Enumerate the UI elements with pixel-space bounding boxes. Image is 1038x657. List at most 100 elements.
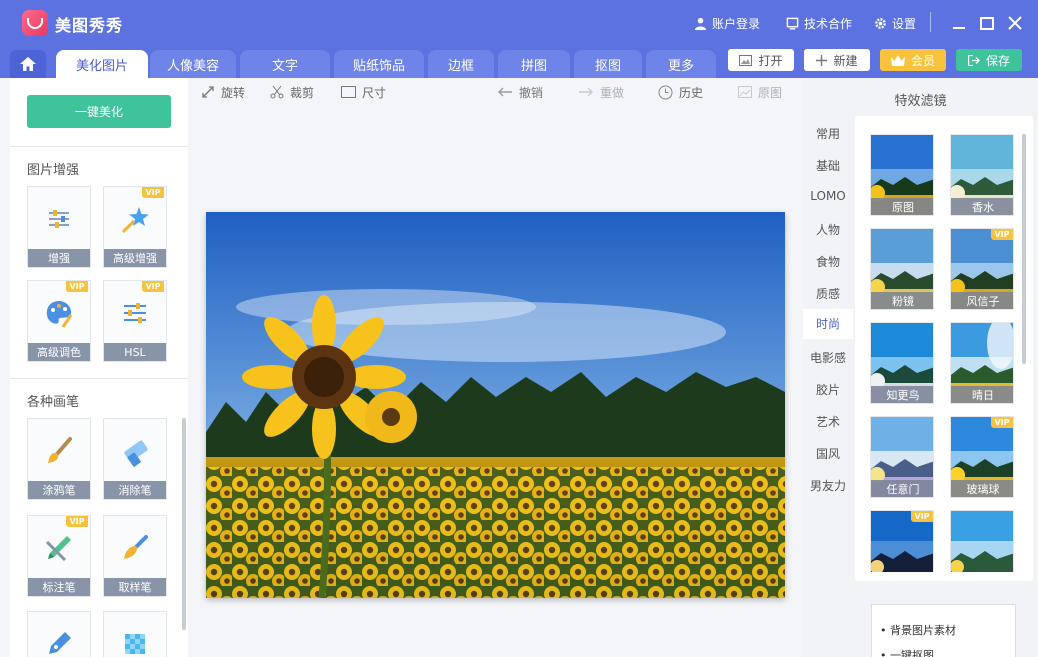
- left-panel: 一键美化 图片增强 增强 VIP 高级增强 VIP 高级调色 VIP HSL 各…: [10, 78, 188, 657]
- rotate-button[interactable]: 旋转: [201, 84, 245, 100]
- undo-label: 撤销: [519, 85, 544, 100]
- photo-canvas[interactable]: [206, 212, 785, 598]
- history-clock-icon: [658, 85, 673, 99]
- resize-icon: [341, 86, 356, 98]
- hsl-sliders-icon: [124, 303, 146, 323]
- filter-thumb[interactable]: VIP 风信子: [950, 228, 1014, 310]
- resize-label: 尺寸: [362, 85, 387, 100]
- monitor-icon: [786, 17, 799, 30]
- tab-collage[interactable]: 拼图: [498, 50, 570, 78]
- filter-thumb[interactable]: 任意门: [870, 416, 934, 498]
- user-icon: [694, 17, 707, 30]
- settings-link[interactable]: 设置: [874, 15, 916, 32]
- tool-sampling-brush[interactable]: 取样笔: [103, 515, 167, 597]
- crop-button[interactable]: 裁剪: [270, 84, 314, 100]
- one-click-beautify-button[interactable]: 一键美化: [27, 95, 171, 128]
- filter-category[interactable]: 艺术: [803, 413, 853, 430]
- vip-badge: VIP: [991, 229, 1013, 240]
- filter-category[interactable]: 常用: [803, 125, 853, 142]
- palette-icon: [46, 301, 73, 328]
- filter-category[interactable]: 胶片: [803, 381, 853, 398]
- fountain-pen-icon: [49, 632, 71, 654]
- magic-star-icon: [121, 207, 149, 234]
- tab-text[interactable]: 文字: [240, 50, 330, 78]
- app-title: 美图秀秀: [55, 16, 124, 35]
- tool-label: 高级增强: [104, 249, 166, 267]
- tool-advanced-enhance[interactable]: VIP 高级增强: [103, 186, 167, 268]
- background-assets-link[interactable]: • 背景图片素材: [880, 622, 956, 638]
- filter-category[interactable]: 质感: [803, 285, 853, 302]
- filter-thumb[interactable]: VIP 玻璃球: [950, 416, 1014, 498]
- vip-button[interactable]: 会员: [880, 49, 946, 71]
- maximize-icon[interactable]: [976, 12, 998, 34]
- tool-label: HSL: [104, 343, 166, 361]
- paint-brush-icon: [48, 437, 72, 463]
- home-icon: [20, 57, 36, 71]
- tab-stickers[interactable]: 贴纸饰品: [334, 50, 424, 78]
- history-button[interactable]: 历史: [658, 84, 703, 100]
- asset-links-box: • 背景图片素材 • 一键抠图: [871, 604, 1016, 657]
- tool-hsl[interactable]: VIP HSL: [103, 280, 167, 362]
- one-click-cutout-link[interactable]: • 一键抠图: [880, 647, 934, 657]
- filter-panel-scrollbar[interactable]: [1022, 134, 1026, 364]
- filter-thumb[interactable]: VIP: [870, 510, 934, 572]
- filter-thumb[interactable]: 香水: [950, 134, 1014, 216]
- original-button[interactable]: 原图: [738, 84, 782, 100]
- tool-mosaic[interactable]: [103, 611, 167, 657]
- close-icon[interactable]: [1004, 12, 1026, 34]
- cooperation-link[interactable]: 技术合作: [786, 15, 852, 32]
- redo-button[interactable]: 重做: [578, 84, 624, 100]
- tool-marker[interactable]: VIP 标注笔: [27, 515, 91, 597]
- tab-home[interactable]: [10, 50, 46, 78]
- vip-badge: VIP: [142, 187, 164, 198]
- gear-icon: [875, 18, 886, 29]
- vip-badge: VIP: [911, 511, 933, 522]
- undo-button[interactable]: 撤销: [497, 84, 543, 100]
- undo-arrow-icon: [498, 87, 512, 97]
- mosaic-icon: [125, 634, 145, 654]
- filter-label: 任意门: [871, 480, 933, 497]
- original-label: 原图: [758, 85, 783, 100]
- tab-beautify[interactable]: 美化图片: [56, 50, 148, 78]
- tool-label: 增强: [28, 249, 90, 267]
- tab-cutout[interactable]: 抠图: [574, 50, 642, 78]
- tool-pen[interactable]: [27, 611, 91, 657]
- redo-arrow-icon: [579, 87, 593, 97]
- filter-category[interactable]: 国风: [803, 445, 853, 462]
- filter-label: 风信子: [951, 292, 1013, 309]
- new-label: 新建: [833, 53, 858, 68]
- resize-button[interactable]: 尺寸: [341, 84, 386, 100]
- tab-more[interactable]: 更多: [646, 50, 716, 78]
- crop-label: 裁剪: [290, 85, 315, 100]
- account-login-link[interactable]: 账户登录: [694, 15, 760, 32]
- tool-eraser[interactable]: 消除笔: [103, 418, 167, 500]
- filter-category[interactable]: 人物: [803, 221, 853, 238]
- filter-category[interactable]: 食物: [803, 253, 853, 270]
- filter-thumb[interactable]: 原图: [870, 134, 934, 216]
- filter-thumb[interactable]: 知更鸟: [870, 322, 934, 404]
- filter-thumb[interactable]: [950, 510, 1014, 572]
- filter-category[interactable]: 基础: [803, 157, 853, 174]
- open-button[interactable]: 打开: [728, 49, 794, 71]
- new-button[interactable]: 新建: [804, 49, 870, 71]
- filter-thumb[interactable]: 晴日: [950, 322, 1014, 404]
- filter-category[interactable]: 男友力: [803, 477, 853, 494]
- left-panel-scrollbar[interactable]: [182, 418, 186, 630]
- account-login-label: 账户登录: [712, 17, 761, 31]
- tab-frames[interactable]: 边框: [428, 50, 494, 78]
- vip-badge: VIP: [66, 281, 88, 292]
- tool-advanced-color[interactable]: VIP 高级调色: [27, 280, 91, 362]
- filter-thumb[interactable]: 粉镜: [870, 228, 934, 310]
- filter-category-active[interactable]: 时尚: [803, 309, 853, 339]
- filter-category[interactable]: 电影感: [803, 349, 853, 366]
- save-button[interactable]: 保存: [956, 49, 1022, 71]
- filter-category[interactable]: LOMO: [803, 189, 853, 203]
- tool-doodle-brush[interactable]: 涂鸦笔: [27, 418, 91, 500]
- app-logo-icon: [22, 10, 48, 36]
- tool-enhance[interactable]: 增强: [27, 186, 91, 268]
- minimize-icon[interactable]: [948, 12, 970, 34]
- rotate-icon: [202, 86, 214, 98]
- filter-label: 玻璃球: [951, 480, 1013, 497]
- filter-label: 香水: [951, 198, 1013, 215]
- tab-portrait[interactable]: 人像美容: [150, 50, 236, 78]
